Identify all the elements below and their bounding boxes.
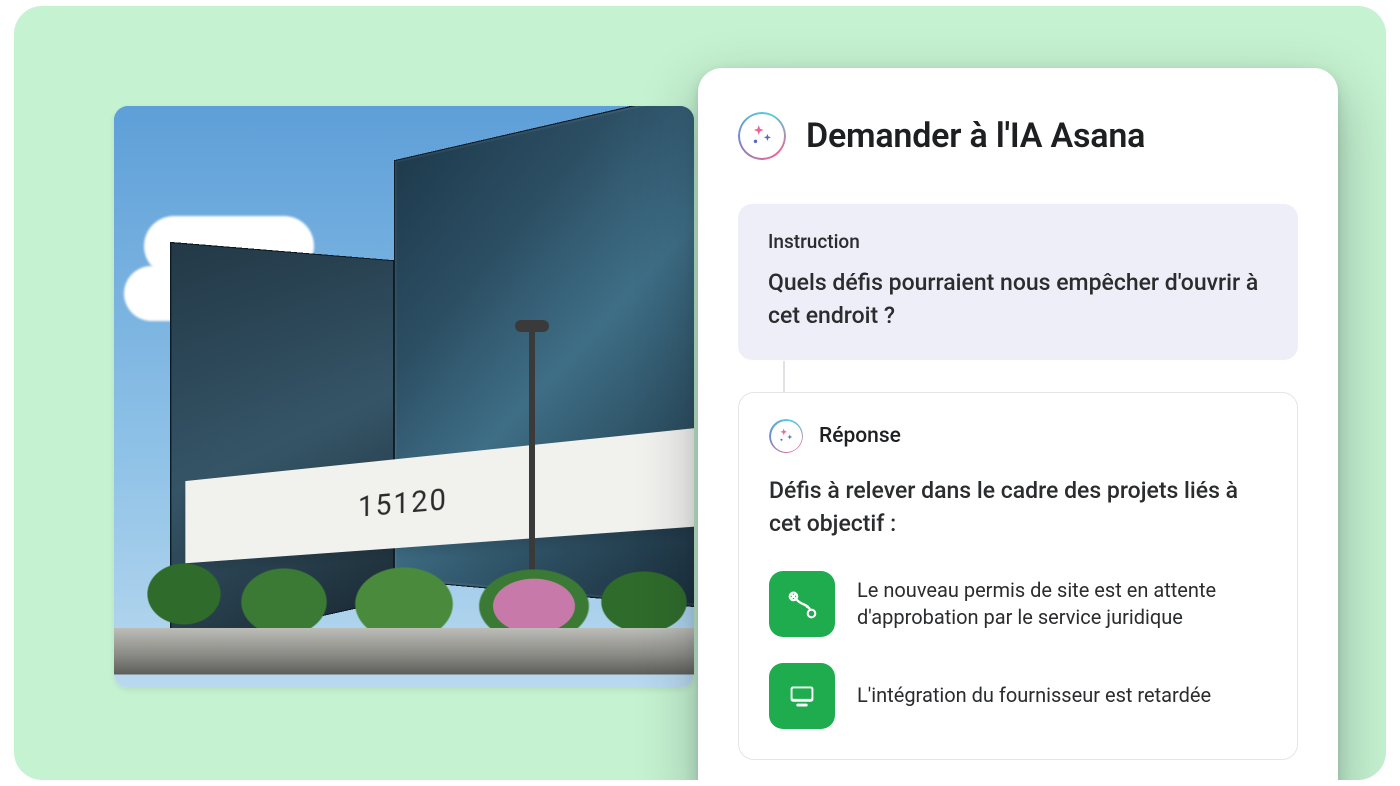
challenge-text: Le nouveau permis de site est en attente… [857, 577, 1267, 631]
sparkle-ai-icon [769, 419, 803, 453]
challenge-item[interactable]: L'intégration du fournisseur est retardé… [769, 663, 1267, 729]
ai-panel-header: Demander à l'IA Asana [738, 112, 1298, 160]
response-intro: Défis à relever dans le cadre des projet… [769, 475, 1267, 540]
challenge-item[interactable]: Le nouveau permis de site est en attente… [769, 571, 1267, 637]
ai-panel-title: Demander à l'IA Asana [806, 116, 1145, 156]
sparkle-ai-icon [738, 112, 786, 160]
instruction-box[interactable]: Instruction Quels défis pourraient nous … [738, 204, 1298, 360]
monitor-icon [769, 663, 835, 729]
challenge-text: L'intégration du fournisseur est retardé… [857, 682, 1211, 709]
page-frame: 15120 Demander à l'IA Asana Instruction … [14, 6, 1386, 780]
building-address-number: 15120 [358, 482, 448, 525]
response-header: Réponse [769, 419, 1267, 453]
ai-panel: Demander à l'IA Asana Instruction Quels … [698, 68, 1338, 780]
workflow-icon [769, 571, 835, 637]
flow-connector [783, 361, 785, 393]
response-label: Réponse [819, 424, 901, 448]
response-card: Réponse Défis à relever dans le cadre de… [738, 392, 1298, 759]
instruction-label: Instruction [768, 230, 1268, 253]
building-image: 15120 [114, 106, 694, 688]
instruction-text: Quels défis pourraient nous empêcher d'o… [768, 267, 1268, 332]
